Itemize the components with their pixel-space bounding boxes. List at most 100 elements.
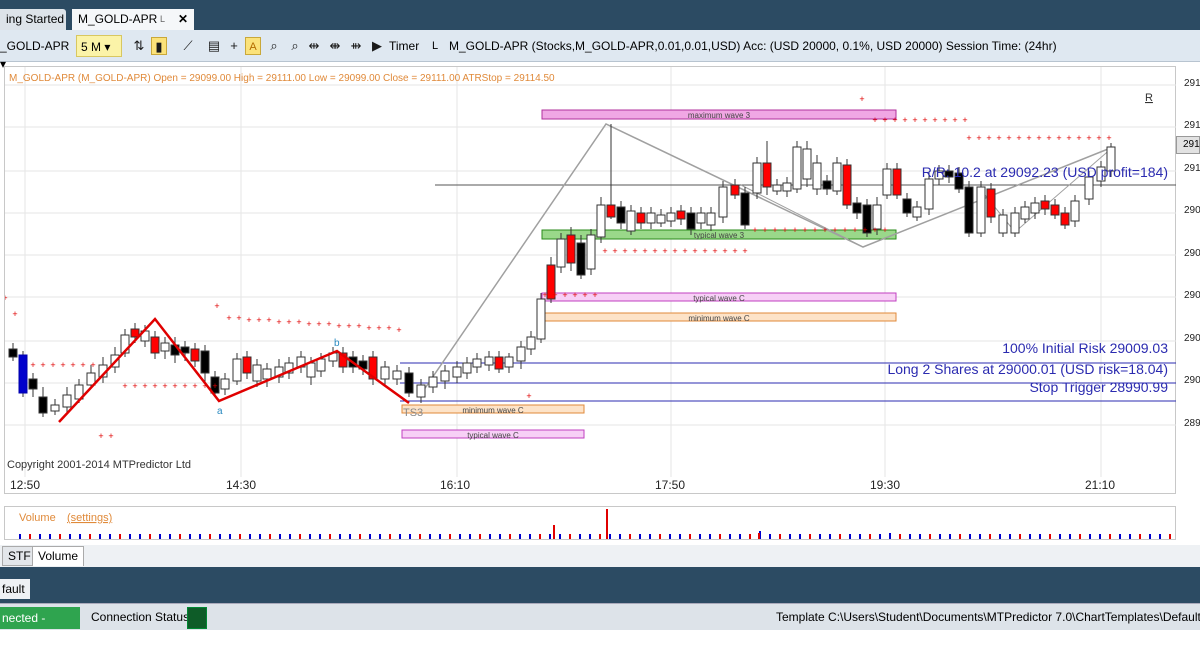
volume-bar: [659, 534, 661, 539]
volume-bar: [539, 534, 541, 539]
candles-icon[interactable]: ▮: [151, 37, 167, 55]
candle-body: [462, 362, 472, 374]
interval-dropdown[interactable]: 5 M ▾: [76, 35, 122, 57]
candle-body: [762, 162, 772, 188]
volume-bar: [1089, 534, 1091, 539]
volume-bar: [1019, 534, 1021, 539]
volume-bar: [599, 534, 601, 539]
atr-stop-marker: +: [226, 313, 231, 323]
indicator-tabs: STF Volume: [0, 545, 1200, 567]
print-icon[interactable]: ▤: [206, 37, 222, 55]
text-icon[interactable]: A: [245, 37, 261, 55]
volume-bar: [429, 534, 431, 539]
volume-bar: [269, 534, 271, 539]
volume-bar: [1169, 534, 1171, 539]
r-marker[interactable]: R: [1145, 92, 1153, 104]
chart-icon[interactable]: ⟋: [180, 37, 196, 55]
candle-body: [626, 210, 636, 232]
price-axis[interactable]: 291 291 291 290 290 290 290 290 289 291: [1176, 66, 1200, 494]
atr-stop-marker: +: [986, 133, 991, 143]
volume-bar: [209, 534, 211, 539]
atr-stop-marker: +: [1046, 133, 1051, 143]
lower-dock: fault ✕: [0, 567, 1200, 616]
volume-bar: [319, 534, 321, 539]
atr-stop-marker: +: [862, 225, 867, 235]
zone-label: typical wave C: [467, 431, 519, 440]
symbol-dropdown[interactable]: _GOLD-APR ▾: [0, 37, 72, 71]
atr-stop-marker: +: [582, 290, 587, 300]
zoom-icon[interactable]: ⌕: [287, 37, 303, 55]
atr-stop-marker: +: [772, 225, 777, 235]
volume-bar: [669, 534, 671, 539]
atr-stop-marker: +: [822, 225, 827, 235]
scroll-icon[interactable]: ⇻: [348, 37, 364, 55]
atr-stop-marker: +: [266, 315, 271, 325]
atr-stop-marker: +: [872, 225, 877, 235]
tab-getting-started[interactable]: ing Started: [0, 9, 66, 30]
time-tick: 16:10: [440, 478, 471, 492]
volume-bar: [579, 534, 581, 539]
atr-stop-marker: +: [962, 115, 967, 125]
candle-body: [516, 346, 526, 362]
atr-stop-marker: +: [672, 246, 677, 256]
volume-bar: [1069, 534, 1071, 539]
zone-label: typical wave 3: [694, 231, 745, 240]
volume-bar: [849, 534, 851, 539]
tab-default[interactable]: fault ✕: [0, 579, 30, 616]
candle-body: [504, 356, 514, 368]
atr-stop-marker: +: [712, 246, 717, 256]
template-path: Template C:\Users\Student\Documents\MTPr…: [776, 610, 1200, 624]
volume-bar: [279, 534, 281, 539]
candle-body: [242, 356, 252, 374]
rr-annotation: R/R: 10.2 at 29092.23 (USD profit=184): [922, 164, 1168, 180]
fit2-icon[interactable]: ⇼: [327, 37, 343, 55]
bars-icon[interactable]: ⇅: [131, 37, 147, 55]
atr-stop-marker: +: [336, 321, 341, 331]
connection-indicator: [187, 607, 207, 629]
atr-stop-marker: +: [306, 319, 311, 329]
tab-volume[interactable]: Volume: [32, 546, 85, 566]
candle-body: [576, 242, 586, 276]
candle-body: [676, 210, 686, 220]
volume-bar: [49, 534, 51, 539]
volume-bar: [689, 534, 691, 539]
pin-icon[interactable]: L: [160, 9, 165, 29]
atr-stop-marker: +: [722, 246, 727, 256]
close-icon[interactable]: ✕: [178, 9, 188, 29]
price-tick: 291: [1184, 78, 1200, 89]
atr-stop-marker: +: [90, 360, 95, 370]
atr-stop-marker: +: [1016, 133, 1021, 143]
atr-stop-marker: +: [802, 225, 807, 235]
volume-bar: [979, 534, 981, 539]
volume-panel[interactable]: Volume (settings): [4, 506, 1176, 540]
atr-stop-marker: +: [752, 225, 757, 235]
candle-body: [998, 214, 1008, 234]
volume-bar: [1129, 534, 1131, 539]
volume-bar: [359, 534, 361, 539]
volume-bar: [606, 509, 608, 539]
candle-body: [404, 372, 414, 394]
atr-stop-marker: +: [602, 246, 607, 256]
play-icon[interactable]: ▶: [369, 37, 385, 55]
atr-stop-marker: +: [1086, 133, 1091, 143]
volume-bar: [559, 534, 561, 539]
atr-stop-marker: +: [592, 290, 597, 300]
timer-button[interactable]: Timer: [389, 37, 419, 55]
atr-stop-marker: +: [942, 115, 947, 125]
fit-icon[interactable]: ⇹: [306, 37, 322, 55]
crosshair-icon[interactable]: +: [226, 37, 242, 55]
price-chart[interactable]: M_GOLD-APR (M_GOLD-APR) Open = 29099.00 …: [2, 66, 1177, 494]
atr-stop-marker: +: [1096, 133, 1101, 143]
volume-bar: [939, 534, 941, 539]
atr-stop-marker: +: [622, 246, 627, 256]
atr-stop-marker: +: [236, 313, 241, 323]
candle-body: [636, 212, 646, 224]
search-icon[interactable]: ⌕: [266, 37, 282, 55]
candle-body: [160, 342, 170, 352]
volume-bar: [629, 534, 631, 539]
price-tick: 290: [1184, 375, 1200, 386]
tab-gold-chart[interactable]: M_GOLD-APR L ✕: [72, 9, 194, 30]
initial-risk-annotation: 100% Initial Risk 29009.03: [1002, 340, 1168, 356]
atr-stop-marker: +: [286, 317, 291, 327]
volume-settings-link[interactable]: (settings): [67, 512, 112, 524]
